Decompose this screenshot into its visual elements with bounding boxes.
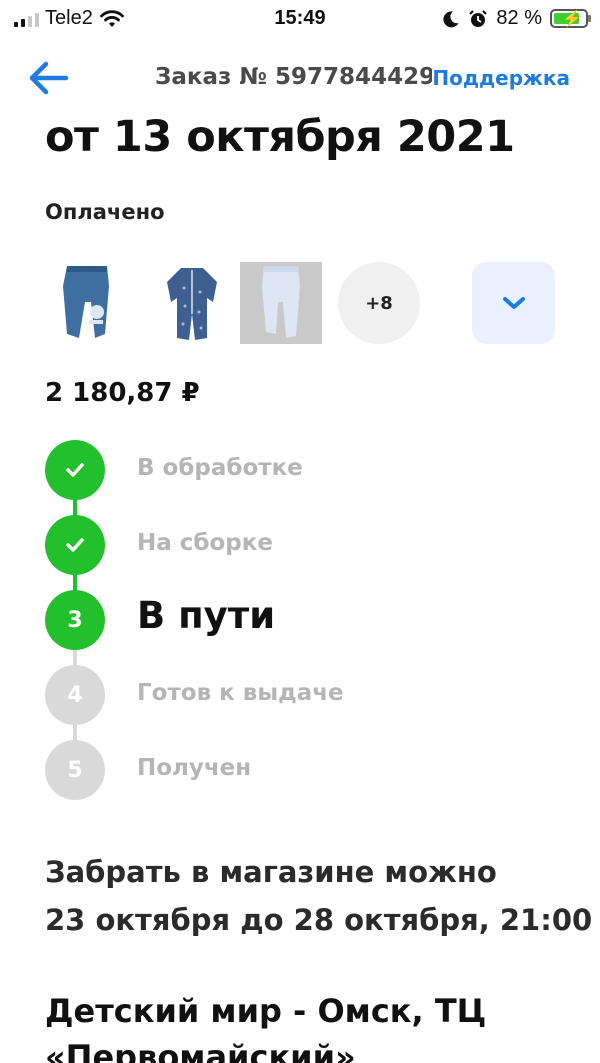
step-received: 5 Получен — [45, 740, 565, 800]
chevron-down-icon — [502, 297, 525, 309]
order-total-price: 2 180,87 ₽ — [45, 378, 200, 408]
step-label: Получен — [137, 755, 252, 781]
payment-status: Оплачено — [45, 200, 165, 224]
expand-items-button[interactable] — [472, 262, 555, 344]
battery-percent: 82 % — [496, 7, 542, 29]
check-icon — [66, 463, 84, 477]
arrow-left-icon — [29, 61, 69, 95]
back-button[interactable] — [26, 58, 70, 98]
status-bar-right: 82 % ⚡ — [442, 7, 591, 30]
step-in-transit: 3 В пути — [45, 590, 565, 650]
pickup-line-1: Забрать в магазине можно — [45, 855, 497, 889]
step-number-marker: 3 — [45, 590, 105, 650]
step-label: Готов к выдаче — [137, 680, 344, 706]
item-thumbnail-light-pants[interactable] — [240, 262, 322, 344]
support-link[interactable]: Поддержка — [432, 66, 570, 90]
moon-icon — [443, 10, 459, 27]
order-date-title: от 13 октября 2021 — [45, 112, 515, 162]
step-done-marker — [45, 515, 105, 575]
order-number-title: Заказ № 5977844429 — [155, 64, 436, 90]
step-ready-for-pickup: 4 Готов к выдаче — [45, 665, 565, 725]
more-items-badge[interactable]: +8 — [338, 262, 420, 344]
step-label: На сборке — [137, 530, 273, 556]
step-label: В обработке — [137, 455, 303, 481]
top-app-bar: Заказ № 5977844429 Поддержка — [0, 50, 600, 110]
step-number-marker: 5 — [45, 740, 105, 800]
check-icon — [66, 538, 84, 552]
step-done-marker — [45, 440, 105, 500]
battery-charging-icon: ⚡ — [550, 9, 591, 28]
item-thumbnail-bodysuit[interactable] — [151, 262, 233, 344]
step-processing: В обработке — [45, 440, 565, 500]
step-assembly: На сборке — [45, 515, 565, 575]
status-bar: Tele2 15:49 82 % ⚡ — [0, 0, 600, 40]
pickup-window: Забрать в магазине можно 23 октября до 2… — [45, 848, 592, 944]
pickup-line-2: 23 октября до 28 октября, 21:00 — [45, 903, 593, 937]
store-name: Детский мир - Омск, ТЦ «Первомайский» — [45, 992, 487, 1063]
item-thumbnail-pants[interactable] — [45, 262, 127, 344]
alarm-icon — [469, 9, 488, 27]
step-number-marker: 4 — [45, 665, 105, 725]
step-label-active: В пути — [137, 594, 276, 637]
